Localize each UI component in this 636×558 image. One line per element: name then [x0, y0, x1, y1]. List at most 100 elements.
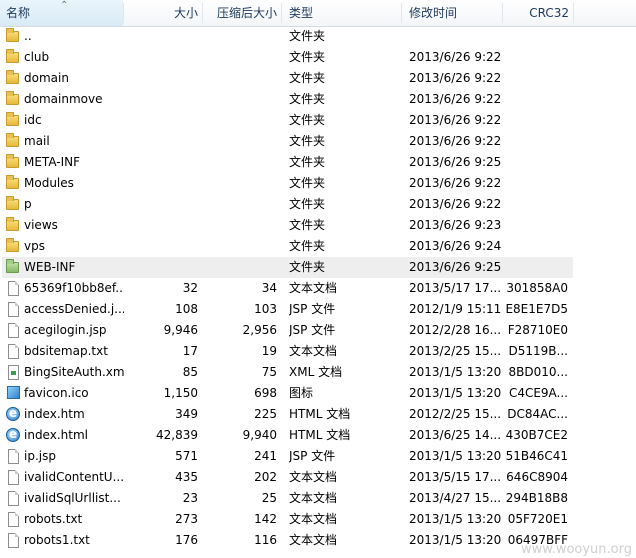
folder-icon [6, 133, 19, 147]
column-header-modified[interactable]: 修改时间 [409, 0, 501, 26]
file-type: 文件夹 [289, 260, 326, 274]
file-compressed-size: 116 [254, 533, 277, 547]
file-modified: 2013/6/26 9:24 [409, 239, 501, 253]
file-row[interactable]: favicon.ico 1,150 698 图标 2013/1/5 13:20 C4CE9… [0, 383, 636, 404]
file-crc32 [502, 131, 568, 152]
file-name: bdsitemap.txt [24, 344, 108, 358]
file-name: club [24, 50, 50, 64]
file-row[interactable]: META-INF 文件夹 2013/6/26 9:25 [0, 152, 636, 173]
column-header-type-label: 类型 [289, 6, 314, 20]
folder-icon [6, 175, 19, 189]
file-compressed-size: 9,940 [242, 428, 277, 442]
file-modified: 2013/1/5 13:20 [409, 449, 501, 463]
file-size [124, 173, 198, 194]
file-row[interactable]: accessDenied.j... 108 103 JSP 文件 2012/1/9 15… [0, 299, 636, 320]
file-type: 文件夹 [289, 71, 326, 85]
file-row[interactable]: views 文件夹 2013/6/26 9:23 [0, 215, 636, 236]
file-crc32 [502, 236, 568, 257]
file-size [124, 26, 198, 47]
column-header-modified-label: 修改时间 [409, 6, 458, 20]
column-header-compressed-label: 压缩后大小 [216, 6, 277, 20]
column-header-size[interactable]: 大小 [124, 0, 198, 26]
file-row[interactable]: domain 文件夹 2013/6/26 9:22 [0, 68, 636, 89]
column-header-type[interactable]: 类型 [289, 0, 399, 26]
file-modified: 2013/6/26 9:22 [409, 71, 501, 85]
file-crc32: 430B7CE2 [505, 428, 568, 442]
file-row[interactable]: 65369f10bb8ef... 32 34 文本文档 2013/5/17 17... 3… [0, 278, 636, 299]
file-icon [8, 281, 19, 296]
column-header-compressed[interactable]: 压缩后大小 [203, 0, 277, 26]
file-compressed-size [204, 236, 277, 257]
column-separator[interactable] [401, 3, 402, 23]
file-row[interactable]: index.htm 349 225 HTML 文档 2012/2/25 15... DC8… [0, 403, 636, 425]
file-type: 文件夹 [289, 50, 326, 64]
file-row[interactable]: ip.jsp 571 241 JSP 文件 2013/1/5 13:20 51B46C41 [0, 446, 636, 467]
file-row[interactable]: acegilogin.jsp 9,946 2,956 JSP 文件 2012/2/28 … [0, 320, 636, 341]
file-crc32: 05F720E1 [507, 512, 568, 526]
file-type: 文本文档 [289, 491, 338, 505]
file-modified: 2013/1/5 13:20 [409, 512, 501, 526]
file-crc32: 8BD010... [508, 365, 568, 379]
file-name: .. [24, 29, 32, 43]
file-size: 571 [175, 449, 198, 463]
file-crc32 [502, 194, 568, 215]
file-modified: 2013/4/27 15... [409, 491, 501, 505]
file-size [124, 131, 198, 152]
file-type: 文件夹 [289, 29, 326, 43]
file-compressed-size [204, 89, 277, 110]
file-row[interactable]: domainmove 文件夹 2013/6/26 9:22 [0, 89, 636, 110]
file-crc32 [502, 152, 568, 173]
file-name: index.html [24, 428, 88, 442]
file-type: 文本文档 [289, 533, 338, 547]
file-compressed-size [204, 194, 277, 215]
file-crc32: 301858A0 [506, 281, 568, 295]
file-row[interactable]: Modules 文件夹 2013/6/26 9:22 [0, 173, 636, 194]
file-modified: 2012/2/28 16... [409, 323, 501, 337]
column-separator[interactable] [281, 3, 282, 23]
file-size [124, 110, 198, 131]
file-crc32: 294B18B8 [505, 491, 568, 505]
file-row[interactable]: BingSiteAuth.xml 85 75 XML 文档 2013/1/5 13:20… [0, 362, 636, 383]
file-modified: 2013/1/5 13:20 [409, 533, 501, 547]
file-crc32: E8E1E7D5 [505, 302, 568, 316]
file-size: 435 [175, 470, 198, 484]
file-size [124, 236, 198, 257]
file-name: ivalidContentU... [24, 470, 124, 484]
file-name: p [24, 197, 32, 211]
file-row[interactable]: vps 文件夹 2013/6/26 9:24 [0, 236, 636, 257]
file-name: WEB-INF [24, 260, 76, 274]
file-size: 176 [175, 533, 198, 547]
file-row[interactable]: ivalidSqlUrllist... 23 25 文本文档 2013/4/27 15.… [0, 488, 636, 509]
file-type: JSP 文件 [289, 323, 336, 337]
file-icon [8, 491, 19, 506]
file-row[interactable]: idc 文件夹 2013/6/26 9:22 [0, 110, 636, 131]
file-crc32: C4CE9A... [508, 386, 568, 400]
file-compressed-size: 103 [254, 302, 277, 316]
file-row[interactable]: club 文件夹 2013/6/26 9:22 [0, 47, 636, 68]
file-crc32 [502, 68, 568, 89]
file-compressed-size: 19 [261, 344, 277, 358]
file-compressed-size: 241 [254, 449, 277, 463]
file-row[interactable]: p 文件夹 2013/6/26 9:22 [0, 194, 636, 215]
file-size [124, 68, 198, 89]
xml-icon [8, 365, 19, 380]
file-name: Modules [24, 176, 74, 190]
column-header-name[interactable]: 名称 ⌃ [0, 0, 123, 26]
file-row[interactable]: robots.txt 273 142 文本文档 2013/1/5 13:20 05F720… [0, 509, 636, 530]
column-header: 名称 ⌃ 大小 压缩后大小 类型 修改时间 CRC32 [0, 0, 636, 27]
file-row[interactable]: ivalidContentU... 435 202 文本文档 2013/5/15 17.… [0, 467, 636, 488]
file-row[interactable]: WEB-INF 文件夹 2013/6/26 9:25 [0, 257, 636, 278]
file-size [124, 89, 198, 110]
column-separator[interactable] [573, 3, 574, 23]
file-row[interactable]: mail 文件夹 2013/6/26 9:22 [0, 131, 636, 152]
file-row[interactable]: bdsitemap.txt 17 19 文本文档 2013/2/25 15... D511… [0, 341, 636, 362]
file-row[interactable]: .. 文件夹 [0, 26, 636, 47]
file-size [124, 152, 198, 173]
column-header-crc[interactable]: CRC32 [503, 0, 569, 26]
folder-green-icon [6, 259, 19, 273]
file-row[interactable]: index.html 42,839 9,940 HTML 文档 2013/6/25 14… [0, 424, 636, 446]
file-size [124, 257, 198, 278]
web-icon [6, 424, 20, 445]
file-type: 文件夹 [289, 197, 326, 211]
file-compressed-size: 225 [254, 407, 277, 421]
